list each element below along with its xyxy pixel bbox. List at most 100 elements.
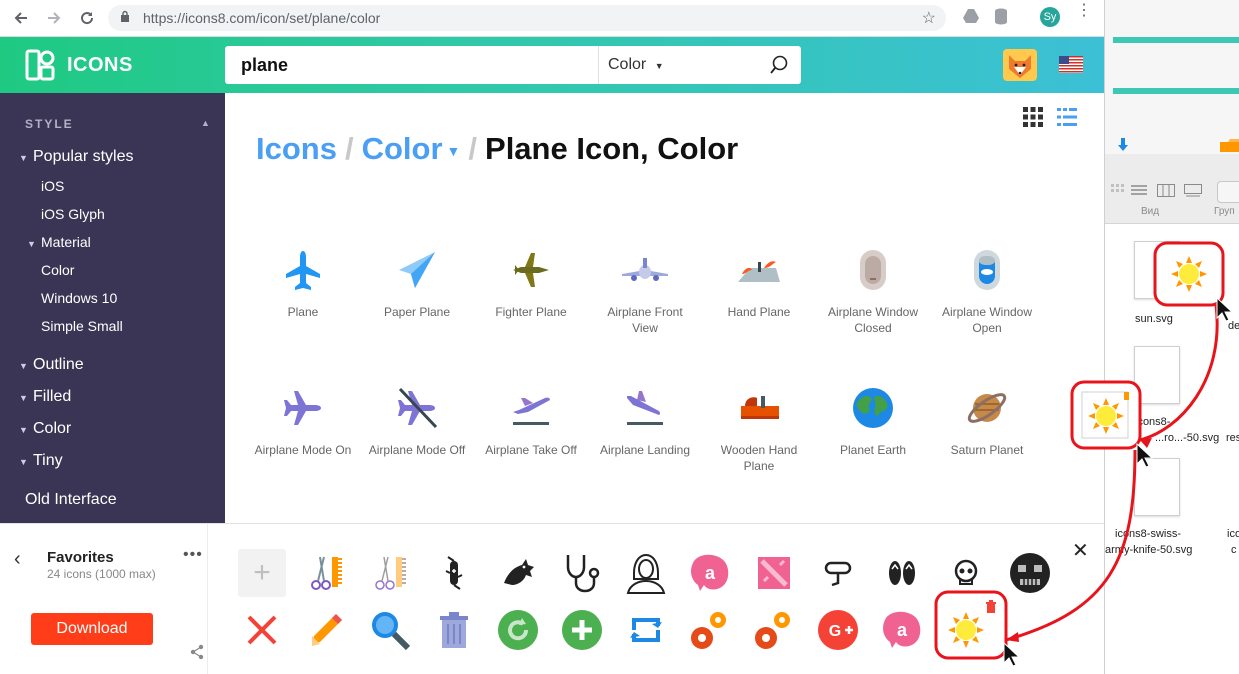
skull-icon[interactable]: [942, 549, 990, 597]
breadcrumb-icons-link[interactable]: Icons: [256, 131, 337, 166]
column-view-icon[interactable]: [1157, 184, 1175, 198]
sidebar-item-color[interactable]: Color: [41, 262, 74, 278]
reload-icon[interactable]: [76, 7, 98, 29]
chevron-down-icon[interactable]: ▼: [447, 143, 461, 159]
list-view-icon[interactable]: [1057, 107, 1077, 127]
close-panel-icon[interactable]: ✕: [1072, 538, 1089, 563]
list-view-icon[interactable]: [1131, 184, 1147, 198]
icon-card-airplane-mode-on[interactable]: Airplane Mode On: [246, 386, 360, 458]
icon-card-planet-earth[interactable]: Planet Earth: [816, 386, 930, 458]
browser-menu-icon[interactable]: ⋮: [1076, 3, 1092, 19]
profile-avatar[interactable]: Sy: [1040, 7, 1060, 27]
file-thumbnail[interactable]: [1134, 346, 1180, 404]
sun-icon[interactable]: [942, 606, 990, 654]
site-logo[interactable]: ICONS: [25, 49, 133, 81]
gallery-view-icon[interactable]: [1184, 184, 1202, 198]
sidebar-item-popular-styles[interactable]: ▼ Popular styles: [19, 148, 134, 166]
drive-extension-icon[interactable]: [962, 8, 980, 24]
close-icon[interactable]: [238, 606, 286, 654]
sidebar-heading: STYLE: [25, 117, 74, 131]
avast-icon[interactable]: a: [878, 606, 926, 654]
icon-card-airplane-window-closed[interactable]: Airplane Window Closed: [816, 248, 930, 336]
more-options-icon[interactable]: •••: [183, 546, 203, 564]
delete-icon[interactable]: [985, 600, 997, 614]
file-thumbnail-sun[interactable]: [1134, 241, 1180, 299]
back-icon[interactable]: [10, 7, 32, 29]
scissors-comb-outline-icon[interactable]: [366, 549, 414, 597]
user-avatar[interactable]: [1003, 49, 1037, 81]
sidebar-item-material[interactable]: ▼ Material: [27, 234, 91, 250]
search-input[interactable]: [225, 46, 598, 84]
caret-down-icon: ▼: [19, 393, 28, 403]
dota-icon[interactable]: [750, 549, 798, 597]
icon-card-airplane-take-off[interactable]: Airplane Take Off: [474, 386, 588, 458]
search-divider: [598, 46, 599, 84]
sidebar-item-tiny[interactable]: ▼ Tiny: [19, 452, 63, 470]
swiss-army-knife-icon[interactable]: [430, 549, 478, 597]
breadcrumb-color-link[interactable]: Color: [362, 131, 443, 166]
group-button[interactable]: [1217, 181, 1239, 203]
address-bar[interactable]: https://icons8.com/icon/set/plane/color …: [108, 5, 946, 31]
flip-flops-icon[interactable]: [878, 549, 926, 597]
file-thumbnail-swiss-knife[interactable]: [1134, 458, 1180, 516]
trash-icon[interactable]: [430, 606, 478, 654]
collapse-icon[interactable]: ▲: [201, 118, 210, 128]
skull-filled-icon[interactable]: [1006, 549, 1054, 597]
icon-card-wooden-hand-plane[interactable]: Wooden Hand Plane: [702, 386, 816, 474]
icon-label: Wooden Hand Plane: [720, 443, 798, 473]
icon-card-fighter-plane[interactable]: Fighter Plane: [474, 248, 588, 320]
sync-icon[interactable]: [622, 606, 670, 654]
icon-label: Paper Plane: [383, 305, 451, 319]
screen: https://icons8.com/icon/set/plane/color …: [0, 0, 1239, 674]
search-bar: Color ▼: [225, 46, 801, 84]
settings-icon[interactable]: [750, 606, 798, 654]
add-icon[interactable]: +: [238, 549, 286, 597]
search-icon[interactable]: [769, 55, 789, 75]
icon-card-airplane-mode-off[interactable]: Airplane Mode Off: [360, 386, 474, 458]
icon-card-hand-plane[interactable]: Hand Plane: [702, 248, 816, 320]
icon-card-airplane-window-open[interactable]: Airplane Window Open: [930, 248, 1044, 336]
sidebar-item-ios[interactable]: iOS: [41, 178, 64, 194]
pencil-icon[interactable]: [302, 606, 350, 654]
finder-background: [1105, 0, 1239, 155]
svg-text:a: a: [705, 563, 716, 583]
scissors-comb-icon[interactable]: [302, 549, 350, 597]
stethoscope-icon[interactable]: [558, 549, 606, 597]
sidebar-item-outline[interactable]: ▼ Outline: [19, 356, 84, 374]
back-chevron-icon[interactable]: ‹: [14, 548, 21, 571]
settings-icon[interactable]: [686, 606, 734, 654]
database-extension-icon[interactable]: [994, 8, 1008, 25]
icon-card-plane[interactable]: Plane: [246, 248, 360, 320]
dragon-icon[interactable]: [494, 549, 542, 597]
favorites-title: Favorites: [47, 549, 114, 566]
old-interface-link[interactable]: Old Interface: [0, 483, 225, 523]
magnifier-icon[interactable]: [366, 606, 414, 654]
plus-icon[interactable]: [558, 606, 606, 654]
refresh-icon[interactable]: [494, 606, 542, 654]
us-flag-icon[interactable]: [1059, 56, 1083, 73]
airplane-mode-on-icon: [284, 391, 321, 425]
avast-icon[interactable]: a: [686, 549, 734, 597]
icon-card-paper-plane[interactable]: Paper Plane: [360, 248, 474, 320]
forward-icon[interactable]: [43, 7, 65, 29]
sidebar-item-ios-glyph[interactable]: iOS Glyph: [41, 206, 105, 222]
icon-card-airplane-front-view[interactable]: Airplane Front View: [588, 248, 702, 336]
scuba-icon[interactable]: [814, 549, 862, 597]
sidebar-item-filled[interactable]: ▼ Filled: [19, 388, 71, 406]
bookmark-star-icon[interactable]: ☆: [922, 8, 936, 28]
icon-view-icon[interactable]: [1111, 184, 1125, 198]
icon-card-airplane-landing[interactable]: Airplane Landing: [588, 386, 702, 458]
sidebar-item-windows-10[interactable]: Windows 10: [41, 290, 117, 306]
download-button[interactable]: Download: [31, 613, 153, 645]
share-icon[interactable]: [190, 644, 204, 660]
icons8-logo-icon: [25, 49, 55, 81]
saturn-planet-icon: [967, 393, 1007, 423]
icon-card-saturn-planet[interactable]: Saturn Planet: [930, 386, 1044, 458]
style-dropdown[interactable]: Color ▼: [608, 56, 664, 74]
grid-view-icon[interactable]: [1023, 107, 1043, 127]
woman-icon[interactable]: [622, 549, 670, 597]
view-segmented-control[interactable]: [1105, 181, 1239, 203]
google-plus-icon[interactable]: G: [814, 606, 862, 654]
sidebar-item-color-group[interactable]: ▼ Color: [19, 420, 71, 438]
sidebar-item-simple-small[interactable]: Simple Small: [41, 318, 123, 334]
